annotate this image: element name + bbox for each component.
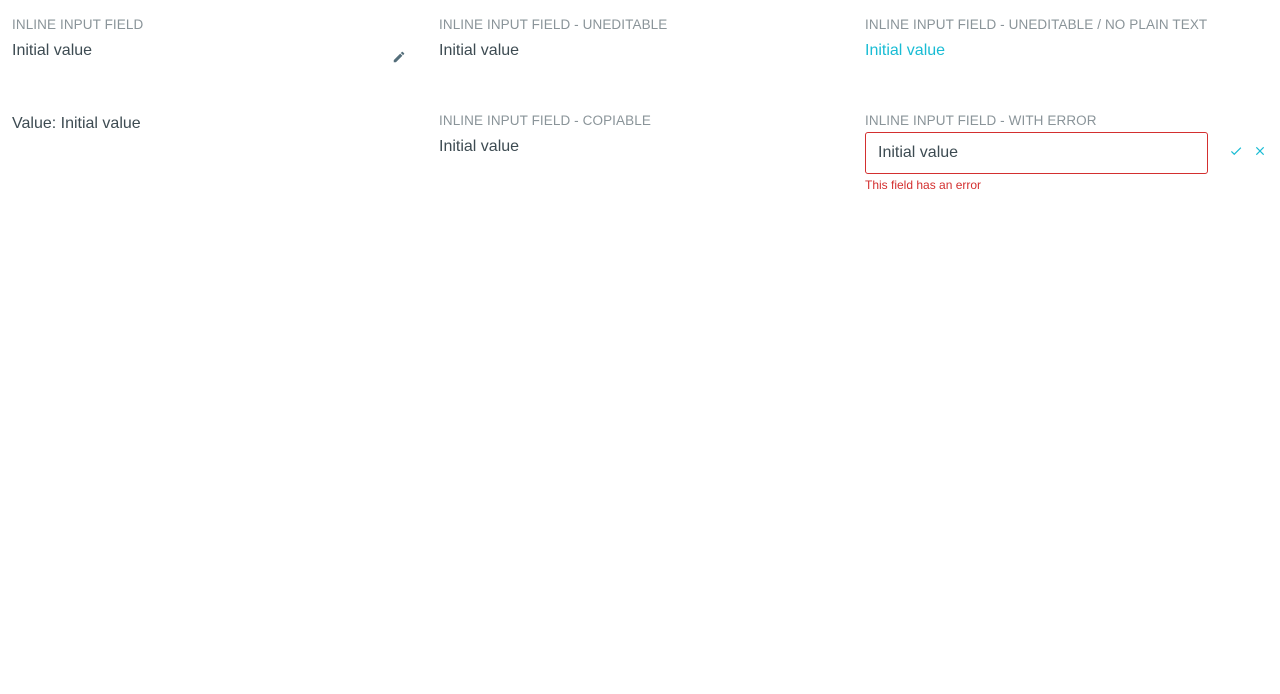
error-message: This field has an error: [865, 178, 982, 192]
field-value[interactable]: Initial value: [439, 135, 844, 159]
field-value-link[interactable]: Initial value: [865, 39, 1270, 63]
field-label: INLINE INPUT FIELD - UNEDITABLE: [439, 17, 668, 32]
field-label: INLINE INPUT FIELD: [12, 17, 144, 32]
field-label: INLINE INPUT FIELD - COPIABLE: [439, 113, 651, 128]
inline-input-field: INLINE INPUT FIELD Initial value: [12, 16, 417, 63]
page: INLINE INPUT FIELD Initial value INLINE …: [0, 0, 1280, 694]
field-label: INLINE INPUT FIELD - UNEDITABLE / NO PLA…: [865, 17, 1208, 32]
field-value[interactable]: Initial value: [12, 39, 417, 63]
cancel-button[interactable]: [1251, 144, 1269, 162]
check-icon: [1229, 144, 1243, 163]
pencil-icon: [392, 50, 406, 69]
inline-input-field-uneditable-no-plain-text: INLINE INPUT FIELD - UNEDITABLE / NO PLA…: [865, 16, 1270, 63]
field-label: INLINE INPUT FIELD - WITH ERROR: [865, 113, 1097, 128]
value-display: Value: Initial value: [12, 107, 417, 136]
confirm-button[interactable]: [1227, 144, 1245, 162]
value-display-text: Value: Initial value: [12, 115, 141, 132]
edit-button[interactable]: [391, 51, 407, 67]
inline-input-field-copiable: INLINE INPUT FIELD - COPIABLE Initial va…: [439, 112, 844, 159]
close-icon: [1253, 144, 1267, 163]
error-input-field[interactable]: [865, 132, 1208, 174]
inline-input-field-uneditable: INLINE INPUT FIELD - UNEDITABLE Initial …: [439, 16, 844, 63]
field-value: Initial value: [439, 42, 520, 59]
